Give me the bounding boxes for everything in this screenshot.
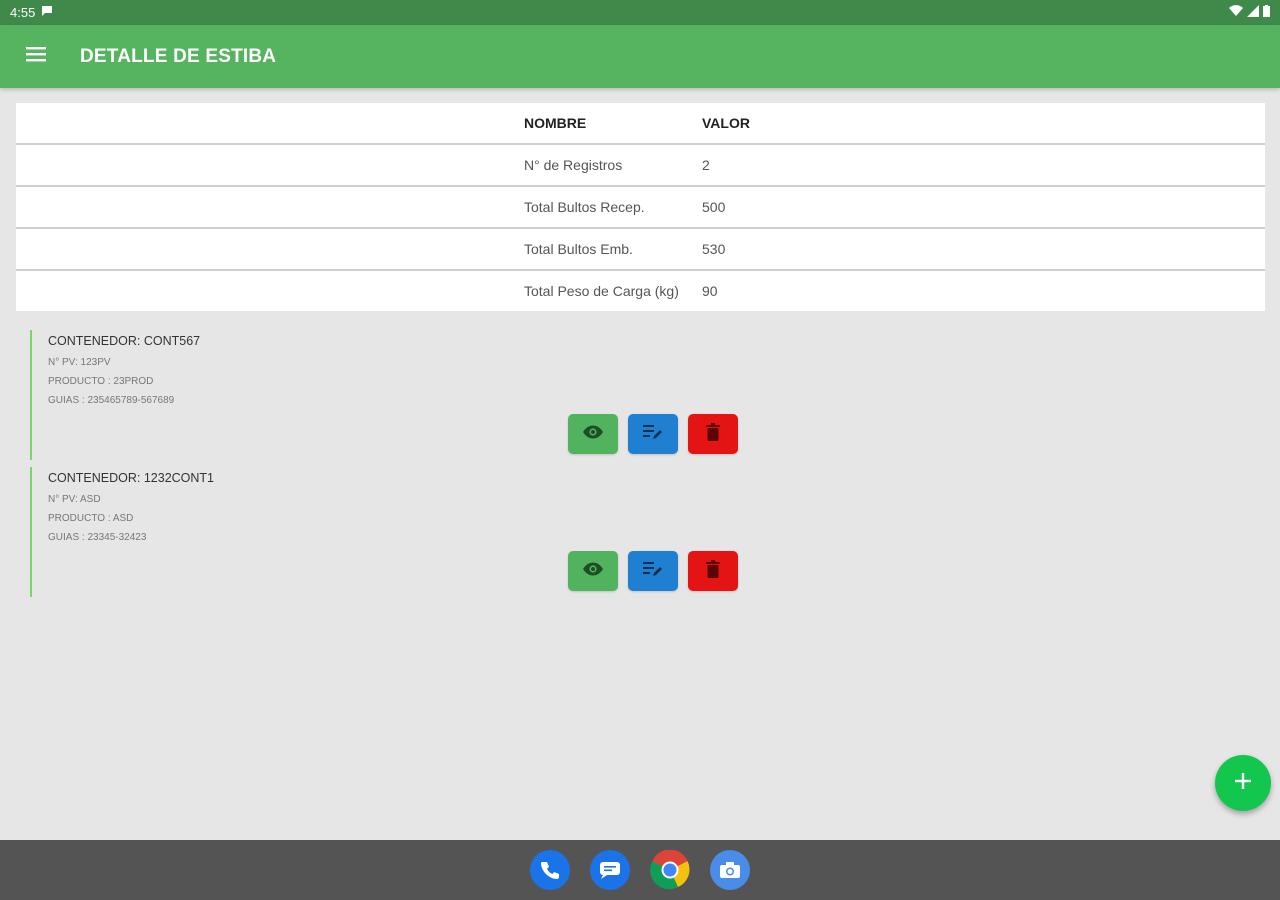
status-bar: 4:55	[0, 0, 1280, 25]
menu-button[interactable]	[0, 25, 72, 88]
producto-label: PRODUCTO : 23PROD	[48, 376, 154, 387]
summary-row-name: Total Bultos Recep.	[524, 199, 645, 215]
summary-row-name: Total Peso de Carga (kg)	[524, 283, 679, 299]
column-header-value: VALOR	[702, 115, 750, 131]
summary-row: Total Bultos Recep. 500	[16, 187, 1265, 229]
summary-row-value: 500	[702, 199, 726, 215]
guias-label: GUIAS : 235465789-567689	[48, 395, 175, 406]
pv-label: N° PV: ASD	[48, 494, 101, 505]
system-dock	[0, 840, 1280, 900]
summary-row-name: N° de Registros	[524, 157, 623, 173]
container-title: CONTENEDOR: CONT567	[48, 334, 201, 348]
status-time: 4:55	[10, 5, 36, 20]
chat-notification-icon	[41, 5, 53, 20]
add-fab-button[interactable]	[1215, 755, 1271, 811]
summary-row: Total Bultos Emb. 530	[16, 229, 1265, 271]
summary-row: Total Peso de Carga (kg) 90	[16, 271, 1265, 311]
trash-icon	[706, 422, 720, 446]
delete-button[interactable]	[688, 551, 738, 591]
view-button[interactable]	[568, 414, 618, 454]
edit-button[interactable]	[628, 551, 678, 591]
messages-icon[interactable]	[590, 850, 630, 890]
summary-header-row: NOMBRE VALOR	[16, 103, 1265, 145]
container-title: CONTENEDOR: 1232CONT1	[48, 471, 215, 485]
column-header-name: NOMBRE	[524, 115, 587, 131]
producto-label: PRODUCTO : ASD	[48, 513, 134, 524]
hamburger-menu-icon	[26, 46, 46, 67]
container-record: CONTENEDOR: CONT567 N° PV: 123PV PRODUCT…	[30, 330, 930, 460]
container-record: CONTENEDOR: 1232CONT1 N° PV: ASD PRODUCT…	[30, 467, 930, 597]
pv-label: N° PV: 123PV	[48, 357, 111, 368]
trash-icon	[706, 559, 720, 583]
summary-row-value: 530	[702, 241, 726, 257]
chrome-icon[interactable]	[650, 850, 690, 890]
camera-icon[interactable]	[710, 850, 750, 890]
eye-icon	[582, 425, 604, 444]
battery-icon	[1263, 5, 1270, 20]
wifi-icon	[1229, 5, 1243, 20]
summary-row-value: 90	[702, 283, 718, 299]
summary-table: NOMBRE VALOR N° de Registros 2 Total Bul…	[16, 103, 1265, 311]
signal-icon	[1247, 5, 1259, 20]
delete-button[interactable]	[688, 414, 738, 454]
edit-note-icon	[643, 561, 663, 582]
edit-button[interactable]	[628, 414, 678, 454]
summary-row: N° de Registros 2	[16, 145, 1265, 187]
summary-row-value: 2	[702, 157, 710, 173]
plus-icon	[1235, 772, 1251, 794]
view-button[interactable]	[568, 551, 618, 591]
guias-label: GUIAS : 23345-32423	[48, 532, 147, 543]
eye-icon	[582, 562, 604, 581]
phone-icon[interactable]	[530, 850, 570, 890]
summary-row-name: Total Bultos Emb.	[524, 241, 633, 257]
page-title: DETALLE DE ESTIBA	[80, 45, 277, 67]
edit-note-icon	[643, 424, 663, 445]
app-bar: DETALLE DE ESTIBA	[0, 25, 1280, 88]
